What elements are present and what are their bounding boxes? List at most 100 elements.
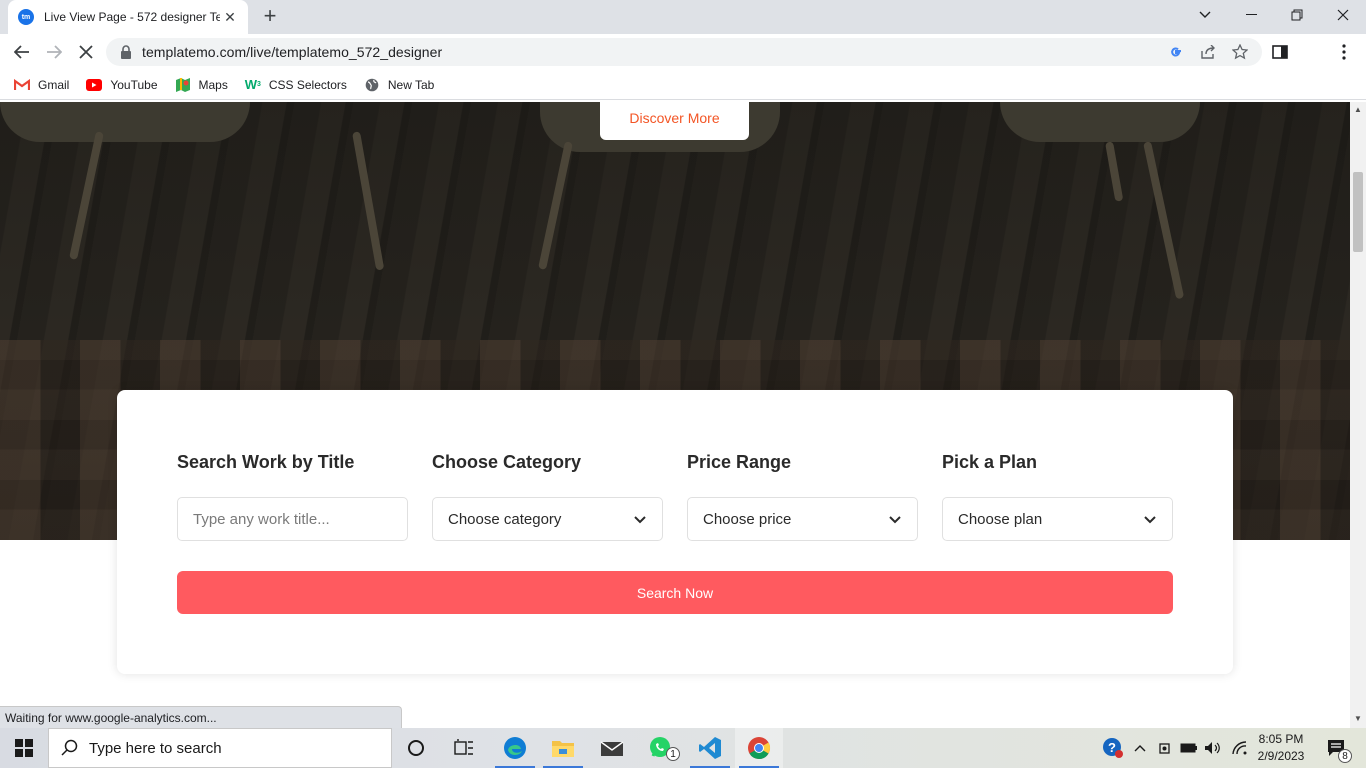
back-button[interactable] [9,39,35,65]
plan-label: Pick a Plan [942,452,1038,472]
browser-tab[interactable]: tm Live View Page - 572 designer Te ✕ [8,0,248,34]
address-bar[interactable]: templatemo.com/live/templatemo_572_desig… [106,38,1262,66]
task-view-button[interactable] [440,728,488,768]
taskbar-search-placeholder: Type here to search [89,739,222,757]
stop-loading-button[interactable] [73,39,99,65]
mail-app-button[interactable] [588,728,636,768]
vscode-app-button[interactable] [686,728,734,768]
bookmarks-bar: Gmail YouTube Maps W3 CSS Selectors New … [0,70,1366,100]
cortana-button[interactable] [392,728,440,768]
chevron-down-icon [889,516,901,524]
bookmark-maps[interactable]: Maps [175,77,228,93]
tab-title: Live View Page - 572 designer Te [44,10,220,24]
svg-text:?: ? [1108,740,1116,755]
templatemo-favicon-icon: tm [18,9,34,25]
category-select[interactable]: Choose category [432,497,663,541]
scrollbar-thumb[interactable] [1353,172,1363,252]
maps-icon [175,77,191,93]
lock-icon [121,45,131,59]
task-view-icon [454,739,473,755]
bookmark-star-icon[interactable] [1232,44,1248,60]
close-window-button[interactable] [1320,0,1366,30]
vscode-icon [699,737,721,759]
whatsapp-unread-badge: 1 [666,747,680,761]
title-search-field: Search Work by Title [177,452,408,541]
bookmark-label: Gmail [38,77,70,92]
bookmark-label: CSS Selectors [268,77,347,92]
edge-app-button[interactable] [491,728,539,768]
w3schools-icon: W3 [244,77,261,92]
restore-button[interactable] [1274,0,1320,30]
scroll-down-arrow-icon[interactable]: ▼ [1354,715,1362,723]
help-tray-icon[interactable]: ? [1100,728,1126,768]
price-label: Price Range [687,452,792,472]
title-search-label: Search Work by Title [177,452,355,472]
globe-icon [364,77,380,93]
title-search-box[interactable] [177,497,408,541]
windows-taskbar: Type here to search 1 ? 8:05 PM 2/9/2023… [0,728,1366,768]
title-search-input[interactable] [193,510,392,528]
page-scrollbar[interactable]: ▲ ▼ [1350,102,1366,728]
start-button[interactable] [0,728,48,768]
bookmark-youtube[interactable]: YouTube [86,77,158,93]
back-arrow-icon [14,45,29,59]
url-text: templatemo.com/live/templatemo_572_desig… [142,44,443,60]
file-explorer-button[interactable] [539,728,587,768]
network-wifi-icon[interactable] [1228,728,1250,768]
minimize-button[interactable] [1228,0,1274,30]
youtube-icon [86,77,103,93]
chrome-app-button[interactable] [735,728,783,768]
cortana-circle-icon [408,740,424,756]
bookmark-css-selectors[interactable]: W3 CSS Selectors [245,77,347,93]
scroll-up-arrow-icon[interactable]: ▲ [1354,106,1362,114]
category-field: Choose Category Choose category [432,452,663,541]
close-tab-icon[interactable]: ✕ [222,9,238,26]
search-form-card: Search Work by Title Choose Category Cho… [117,390,1233,674]
whatsapp-app-button[interactable]: 1 [637,728,685,768]
forward-button[interactable] [41,39,67,65]
clock-time: 8:05 PM [1258,732,1304,746]
bookmark-label: YouTube [110,77,158,92]
chrome-menu-icon[interactable] [1335,43,1353,61]
search-icon [61,739,78,756]
bookmark-gmail[interactable]: Gmail [14,77,69,93]
close-icon [79,45,93,59]
taskbar-search-box[interactable]: Type here to search [48,728,392,768]
bookmark-label: Maps [198,77,228,92]
taskbar-clock[interactable]: 8:05 PM 2/9/2023 [1248,731,1314,765]
plan-select-value: Choose plan [958,510,1043,528]
bookmark-new-tab[interactable]: New Tab [364,77,434,93]
new-tab-button[interactable]: + [258,3,282,28]
price-field: Price Range Choose price [687,452,918,541]
category-select-value: Choose category [448,510,562,528]
notification-count-badge: 8 [1338,749,1352,763]
battery-icon[interactable] [1178,728,1200,768]
search-now-button[interactable]: Search Now [177,571,1173,614]
clock-date: 2/9/2023 [1257,749,1305,763]
plan-select[interactable]: Choose plan [942,497,1173,541]
discover-more-button[interactable]: Discover More [600,102,749,140]
mail-envelope-icon [600,741,624,756]
page-viewport: Discover More Search Work by Title Choos… [0,102,1350,728]
plan-field: Pick a Plan Choose plan [942,452,1173,541]
google-translate-icon[interactable] [1168,44,1184,60]
browser-toolbar: templatemo.com/live/templatemo_572_desig… [0,34,1366,70]
loading-status-text: Waiting for www.google-analytics.com... [0,706,402,728]
chrome-icon [748,737,770,759]
meet-now-icon[interactable] [1155,728,1175,768]
share-icon[interactable] [1200,44,1216,60]
chevron-down-icon [1144,516,1156,524]
bookmark-label: New Tab [387,77,435,92]
tab-strip: tm Live View Page - 572 designer Te ✕ + [0,0,1366,34]
side-panel-icon[interactable] [1271,43,1289,61]
action-center-button[interactable]: 8 [1320,728,1354,768]
show-hidden-icons-chevron-icon[interactable] [1130,728,1150,768]
tab-search-icon[interactable] [1182,0,1228,30]
chevron-down-icon [634,516,646,524]
category-label: Choose Category [432,452,582,472]
volume-icon[interactable] [1202,728,1224,768]
price-select[interactable]: Choose price [687,497,918,541]
windows-logo-icon [15,739,33,757]
forward-arrow-icon [47,45,62,59]
price-select-value: Choose price [703,510,792,528]
